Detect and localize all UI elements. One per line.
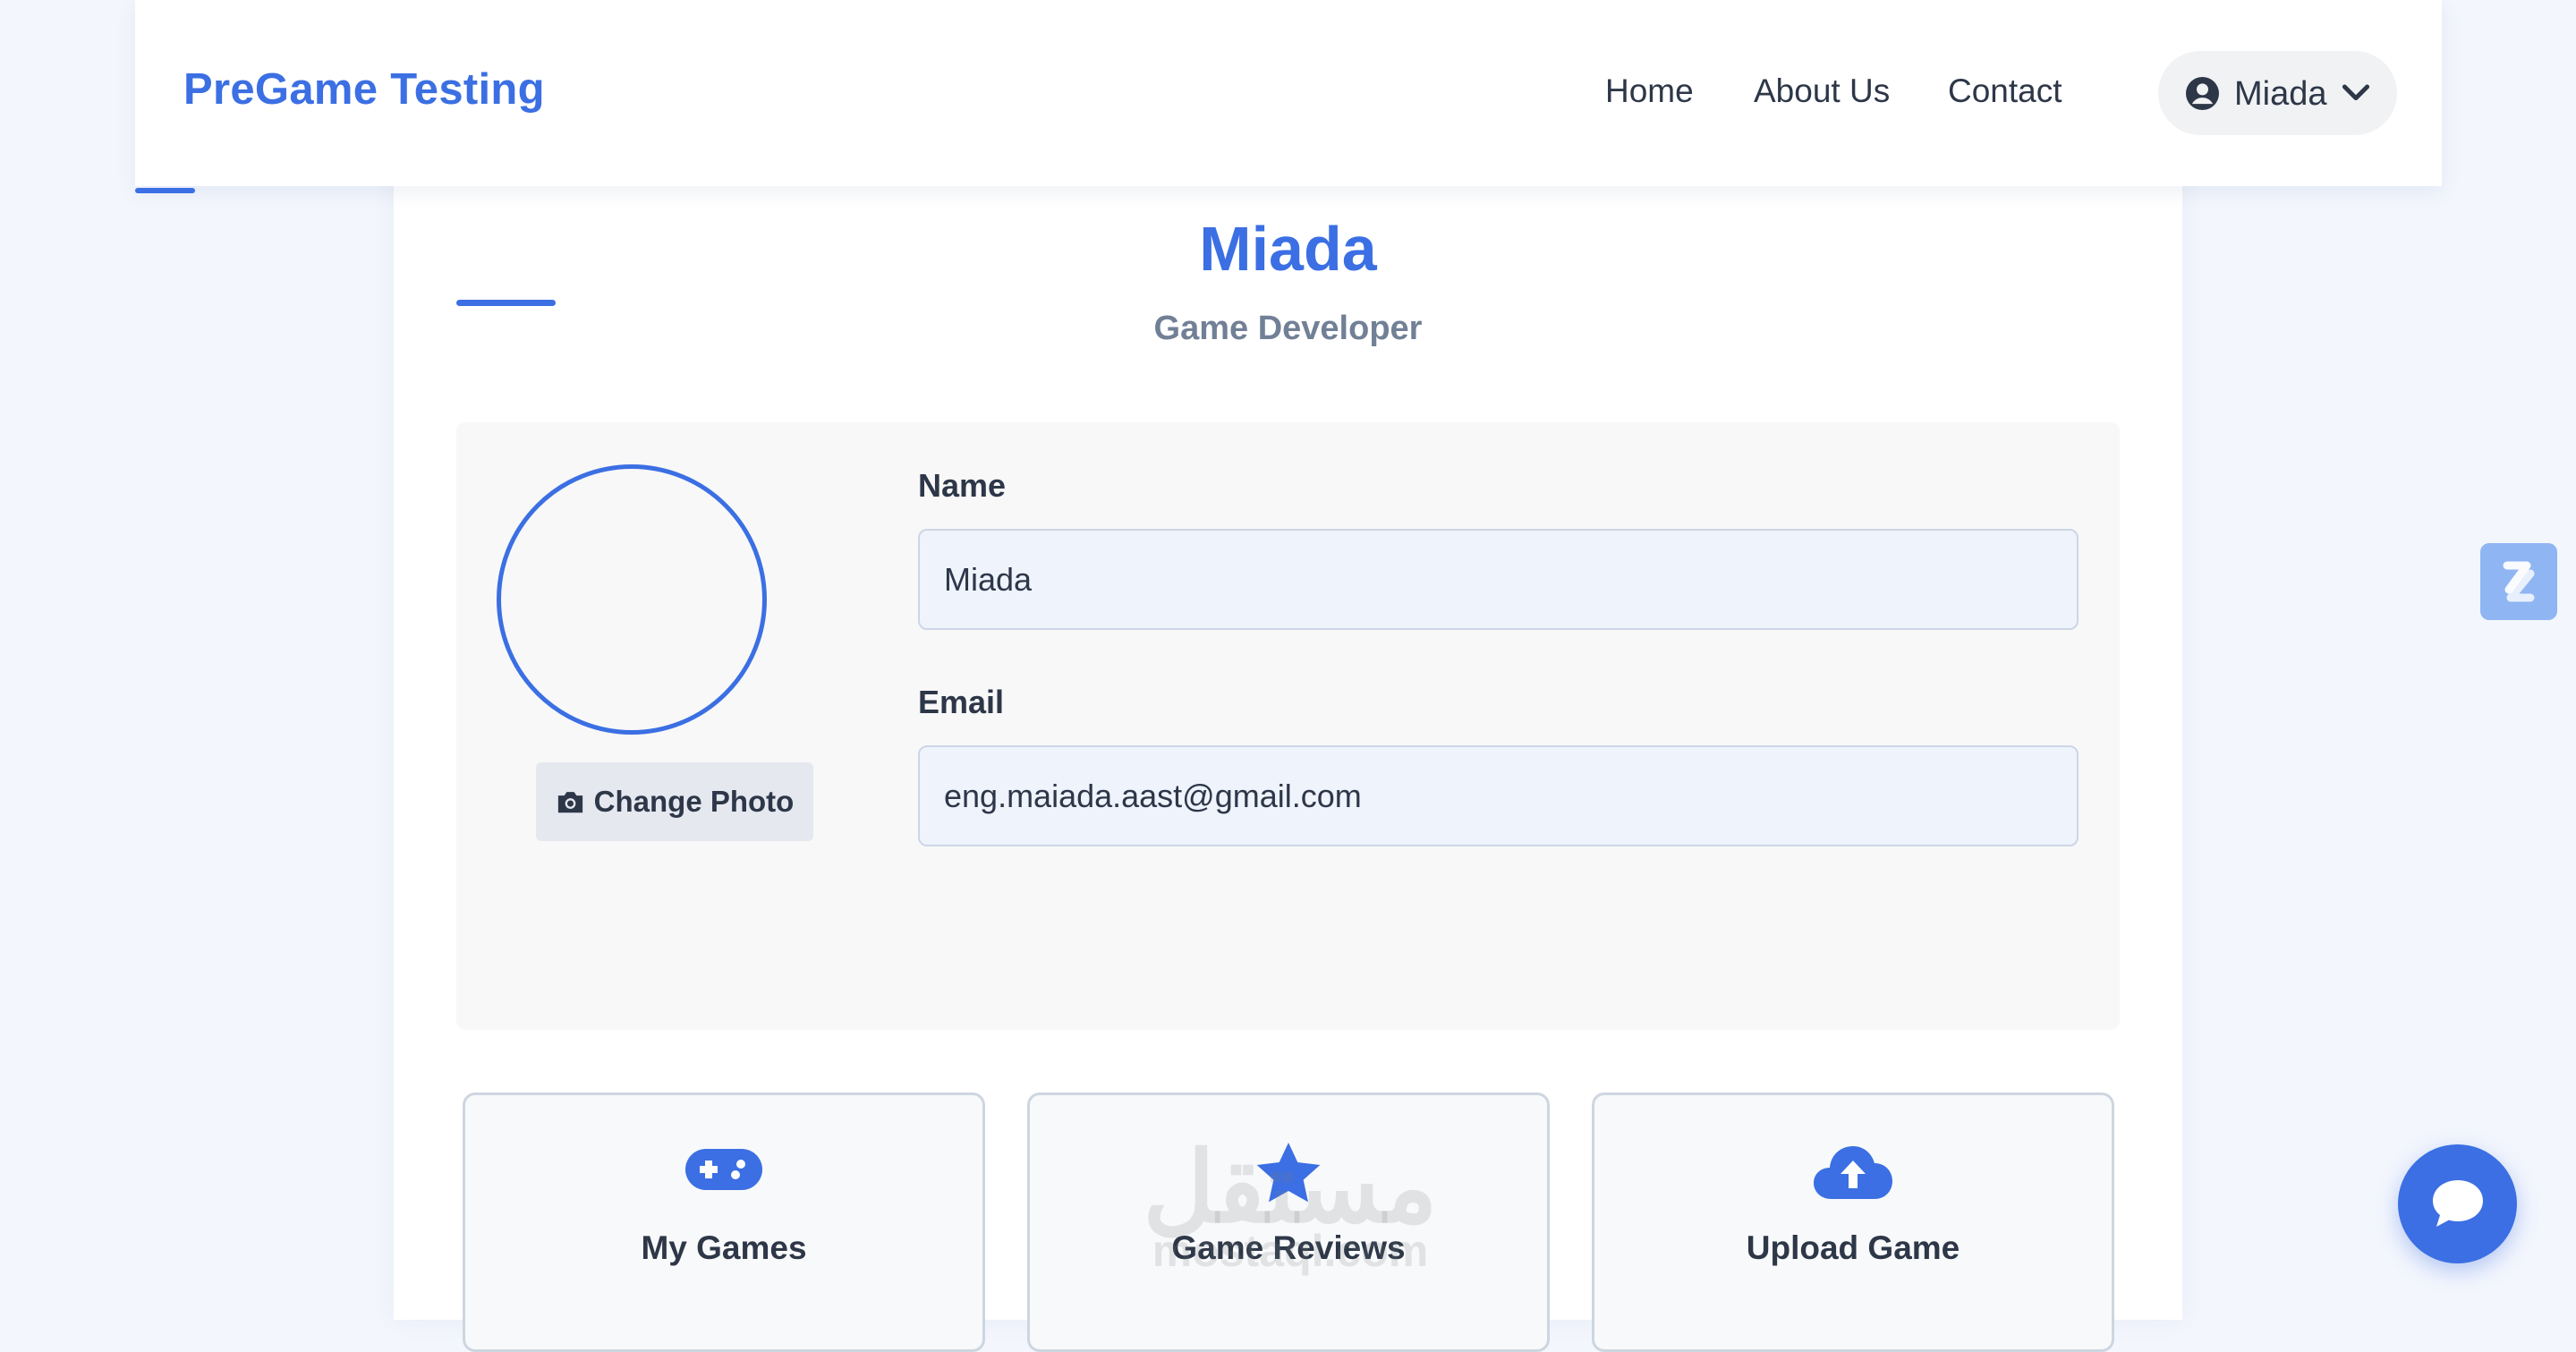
nav-accent-bar: [135, 188, 195, 193]
star-icon: [1256, 1143, 1321, 1203]
user-circle-icon: [2186, 77, 2219, 110]
brand-logo[interactable]: PreGame Testing: [183, 64, 545, 115]
email-field[interactable]: [918, 745, 2079, 846]
email-label: Email: [918, 684, 1005, 720]
profile-card: Miada Game Developer Change Photo Name E…: [394, 134, 2182, 1352]
chat-bubble-icon: [2433, 1180, 2483, 1227]
title-accent-bar: [456, 300, 556, 306]
profile-name-heading: Miada: [1199, 214, 1377, 284]
name-label: Name: [918, 467, 1007, 504]
nav-link-about-us[interactable]: About Us: [1754, 72, 1890, 110]
profile-info-panel: Change Photo Name Email: [456, 422, 2120, 1030]
side-widget-icon: [2503, 561, 2535, 602]
cloud-upload-icon: [1814, 1146, 1892, 1199]
change-photo-label: Change Photo: [593, 785, 795, 818]
my-games-label: My Games: [641, 1229, 807, 1266]
camera-icon: [557, 792, 582, 813]
game-reviews-label: Game Reviews: [1171, 1229, 1406, 1266]
chevron-down-icon: [2342, 84, 2370, 101]
gamepad-icon: [685, 1149, 762, 1190]
my-games-card[interactable]: My Games: [463, 1093, 985, 1352]
profile-photo: [497, 464, 767, 735]
game-reviews-card[interactable]: Game Reviews: [1027, 1093, 1550, 1352]
upload-game-label: Upload Game: [1746, 1229, 1960, 1266]
top-navbar: PreGame Testing Home About Us Contact Mi…: [135, 0, 2442, 186]
user-menu-name: Miada: [2234, 75, 2327, 113]
upload-game-card[interactable]: Upload Game: [1592, 1093, 2114, 1352]
profile-role: Game Developer: [1153, 310, 1423, 347]
chat-button[interactable]: [2398, 1144, 2517, 1263]
change-photo-button[interactable]: Change Photo: [536, 762, 813, 841]
nav-link-contact[interactable]: Contact: [1948, 72, 2062, 110]
user-menu-button[interactable]: Miada: [2158, 51, 2397, 135]
side-widget-button[interactable]: [2480, 543, 2557, 620]
name-field[interactable]: [918, 529, 2079, 630]
nav-link-home[interactable]: Home: [1605, 72, 1694, 110]
